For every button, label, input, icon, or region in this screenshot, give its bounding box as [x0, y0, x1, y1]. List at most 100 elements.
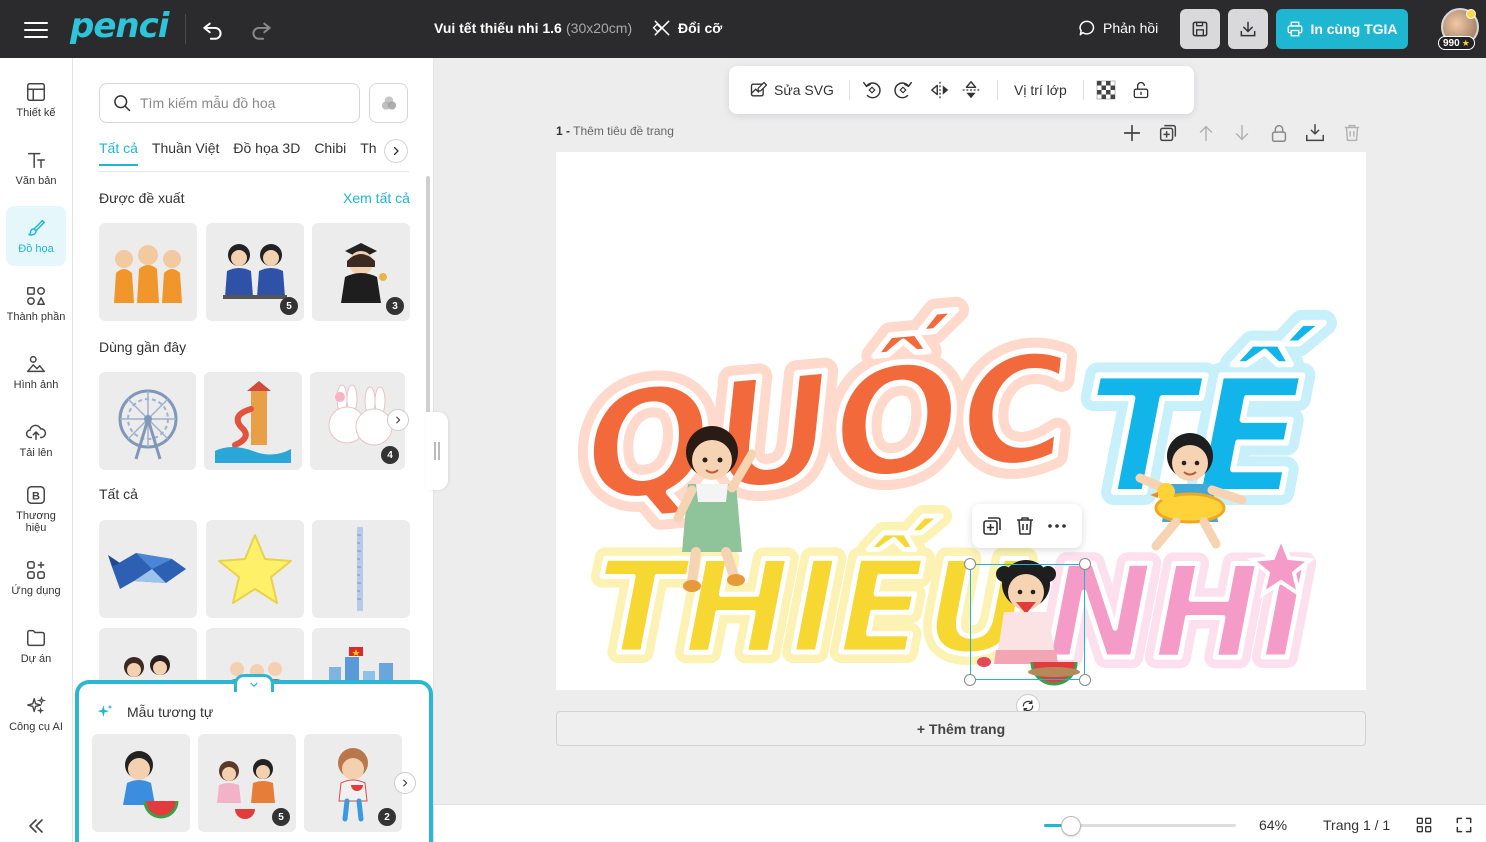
download-page-icon[interactable]	[1304, 122, 1326, 144]
printer-icon	[1288, 21, 1303, 37]
variant-count: 5	[272, 808, 290, 826]
resize-label: Đổi cỡ	[678, 20, 723, 36]
graphic-ruler[interactable]	[312, 520, 410, 618]
top-bar: penci Vui tết thiếu nhi 1.6 (30x20cm) Đổ…	[0, 0, 1486, 58]
chevron-down-icon	[250, 682, 258, 687]
nav-upload[interactable]: Tải lên	[6, 410, 66, 470]
similar-kids-eating[interactable]: 5	[198, 734, 296, 832]
trash-icon[interactable]	[1013, 514, 1037, 538]
title-word-quoc[interactable]: QUỐC	[573, 297, 1081, 540]
nav-ai-tools[interactable]: Công cụ AI	[6, 684, 66, 744]
flip-vertical-icon[interactable]	[960, 78, 982, 102]
penci-logo[interactable]: penci	[70, 6, 169, 46]
more-options-icon[interactable]	[1045, 514, 1069, 538]
ruler-graphic	[357, 527, 363, 611]
nav-label: Văn bản	[15, 175, 57, 187]
svg-text:B: B	[32, 491, 40, 503]
download-icon	[1240, 21, 1256, 37]
selection-box[interactable]	[970, 564, 1085, 680]
layer-position-button[interactable]: Vị trí lớp	[1014, 78, 1067, 102]
nav-text[interactable]: Văn bản	[6, 138, 66, 198]
tab-chibi[interactable]: Chibi	[314, 140, 346, 164]
zoom-slider[interactable]	[1044, 816, 1236, 836]
move-down-icon[interactable]	[1231, 122, 1253, 144]
nav-graphics[interactable]: Đồ họa	[6, 206, 66, 266]
graphic-students[interactable]: 5	[206, 223, 304, 321]
nav-label: Dự án	[20, 653, 52, 665]
download-button[interactable]	[1228, 9, 1268, 49]
page-title-input[interactable]: Thêm tiêu đề trang	[573, 124, 674, 138]
similar-next-button[interactable]	[394, 772, 416, 794]
tab-3d[interactable]: Đồ họa 3D	[233, 140, 300, 164]
resize-handle-bottom-right[interactable]	[1079, 674, 1091, 686]
resize-button[interactable]: Đổi cỡ	[652, 18, 722, 38]
flip-horizontal-icon[interactable]	[929, 78, 951, 102]
nav-design[interactable]: Thiết kế	[6, 70, 66, 130]
add-icon[interactable]	[1121, 122, 1143, 144]
canvas-artwork: QUỐC QUỐC TẾ TẾ THIẾU THIẾU NHI NHI	[563, 287, 1338, 690]
students-graphic	[223, 244, 287, 299]
nav-label: Tải lên	[19, 447, 53, 459]
feedback-label: Phản hồi	[1103, 20, 1159, 36]
graphic-whale[interactable]	[99, 520, 197, 618]
print-button[interactable]: In cùng TGIA	[1276, 9, 1408, 49]
panel-resize-handle[interactable]	[426, 412, 448, 490]
save-button[interactable]	[1180, 9, 1220, 49]
chevron-right-icon	[393, 146, 399, 156]
tabs-next-button[interactable]	[384, 139, 408, 163]
chevron-right-icon	[403, 779, 408, 787]
graphic-monks[interactable]	[99, 223, 197, 321]
feedback-button[interactable]: Phản hồi	[1077, 18, 1158, 38]
add-page-button[interactable]: + Thêm trang	[556, 711, 1366, 746]
edit-svg-button[interactable]: Sửa SVG	[749, 78, 834, 102]
rotate-left-icon[interactable]	[861, 78, 883, 102]
resize-handle-bottom-left[interactable]	[964, 674, 976, 686]
move-up-icon[interactable]	[1195, 122, 1217, 144]
filter-button[interactable]	[369, 83, 408, 123]
graphic-ferris-wheel[interactable]	[99, 372, 196, 470]
redo-icon[interactable]	[248, 16, 274, 42]
resize-handle-top-right[interactable]	[1079, 558, 1091, 570]
nav-apps[interactable]: Ứng dụng	[6, 548, 66, 608]
tab-all[interactable]: Tất cả	[99, 140, 138, 166]
nav-projects[interactable]: Dự án	[6, 616, 66, 676]
lock-page-icon[interactable]	[1268, 122, 1290, 144]
nav-elements[interactable]: Thành phần	[6, 274, 66, 334]
unlock-icon[interactable]	[1131, 78, 1151, 102]
water-slide-graphic	[215, 381, 291, 463]
search-input[interactable]	[140, 95, 340, 111]
collapse-sidebar-icon[interactable]	[24, 814, 48, 838]
recent-next-button[interactable]	[387, 409, 409, 431]
graphic-graduate[interactable]: 3	[312, 223, 410, 321]
zoom-slider-thumb[interactable]	[1060, 816, 1081, 836]
tab-vietnamese[interactable]: Thuần Việt	[152, 140, 219, 164]
nav-images[interactable]: Hình ảnh	[6, 342, 66, 402]
tab-more[interactable]: Th	[360, 140, 376, 164]
rotate-right-icon[interactable]	[892, 78, 914, 102]
monks-graphic	[114, 245, 182, 303]
grid-view-icon[interactable]	[1414, 815, 1434, 835]
delete-page-icon[interactable]	[1341, 122, 1363, 144]
search-box[interactable]	[99, 83, 360, 123]
graphic-star[interactable]	[206, 520, 304, 618]
zoom-value[interactable]: 64%	[1259, 817, 1287, 833]
design-canvas[interactable]: QUỐC QUỐC TẾ TẾ THIẾU THIẾU NHI NHI	[556, 152, 1366, 690]
similar-curly-boy[interactable]: 2	[304, 734, 402, 832]
similar-boy-watermelon[interactable]	[92, 734, 190, 832]
nav-brand[interactable]: B Thương hiệu	[6, 476, 66, 542]
see-all-link[interactable]: Xem tất cả	[343, 190, 410, 206]
transparency-icon[interactable]	[1096, 78, 1116, 102]
similar-collapse-toggle[interactable]	[234, 674, 274, 692]
document-title[interactable]: Vui tết thiếu nhi 1.6	[434, 20, 562, 36]
origami-whale-graphic	[108, 553, 186, 589]
resize-handle-top-left[interactable]	[964, 558, 976, 570]
panel-scrollbar[interactable]	[426, 176, 430, 416]
duplicate-icon[interactable]	[980, 514, 1004, 538]
undo-icon[interactable]	[200, 16, 226, 42]
fullscreen-icon[interactable]	[1454, 815, 1474, 835]
duplicate-page-icon[interactable]	[1157, 122, 1179, 144]
graphic-water-slide[interactable]	[204, 372, 302, 470]
menu-icon[interactable]	[22, 17, 50, 41]
title-word-thieu[interactable]: THIẾU	[594, 514, 1032, 686]
print-label: In cùng TGIA	[1310, 21, 1398, 37]
